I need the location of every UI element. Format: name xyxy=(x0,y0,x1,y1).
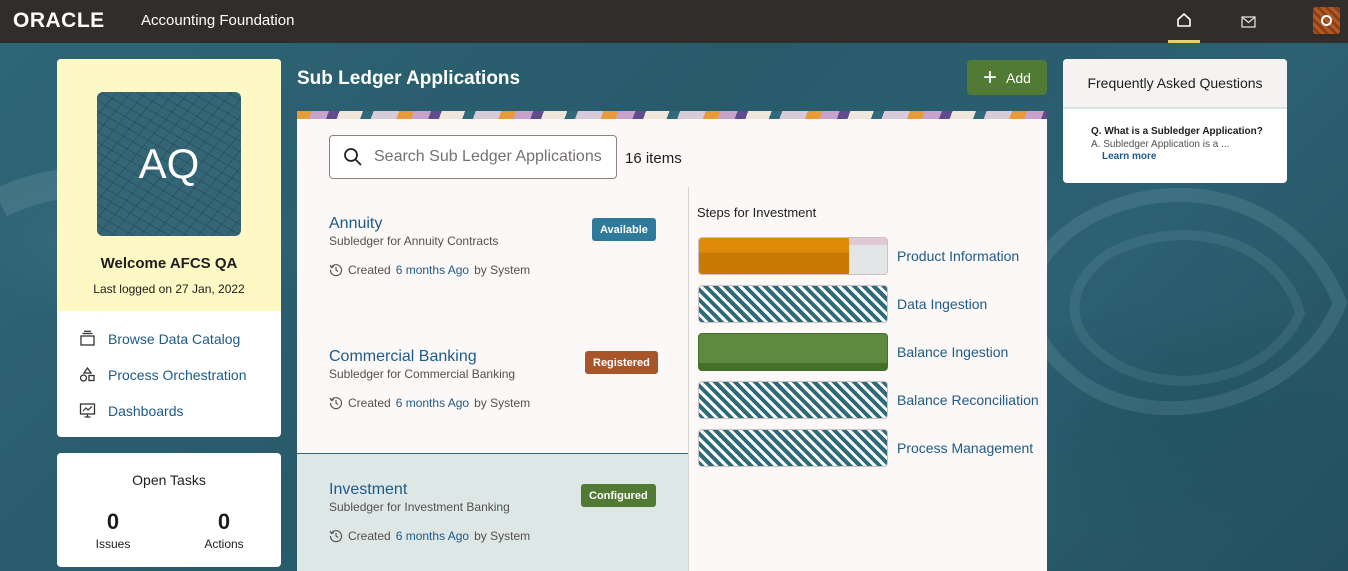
faq-title: Frequently Asked Questions xyxy=(1063,59,1287,109)
open-tasks-card: Open Tasks 0 Issues 0 Actions xyxy=(57,453,281,567)
orchestration-icon xyxy=(79,366,95,382)
step-label[interactable]: Balance Ingestion xyxy=(897,344,1008,360)
app-list-item-investment[interactable]: Investment Subledger for Investment Bank… xyxy=(297,453,688,571)
catalog-icon xyxy=(80,330,95,346)
oracle-logo[interactable]: ORACLE xyxy=(13,9,105,33)
dashboards-link[interactable]: Dashboards xyxy=(79,402,184,419)
profile-header: AQ Welcome AFCS QA Last logged on 27 Jan… xyxy=(57,59,281,311)
faq-answer: A. Subledger Application is a ... xyxy=(1091,139,1230,150)
search-input[interactable] xyxy=(374,148,604,166)
step-progress-bar xyxy=(698,333,888,371)
plus-icon: + xyxy=(983,63,998,91)
faq-question: Q. What is a Subledger Application? xyxy=(1091,126,1263,137)
profile-avatar: AQ xyxy=(97,92,241,236)
step-progress-fill xyxy=(699,238,850,274)
created-prefix: Created xyxy=(348,263,391,277)
created-by: by System xyxy=(474,396,531,410)
app-description: Subledger for Investment Banking xyxy=(329,500,510,514)
status-badge: Available xyxy=(592,218,656,241)
step-product-information[interactable]: Product Information xyxy=(697,237,1047,275)
last-logged-text: Last logged on 27 Jan, 2022 xyxy=(93,282,245,296)
actions-count[interactable]: 0 xyxy=(194,509,254,535)
step-progress-bar xyxy=(698,237,888,275)
created-by: by System xyxy=(474,529,531,543)
step-balance-ingestion[interactable]: Balance Ingestion xyxy=(697,333,1047,371)
step-label[interactable]: Process Management xyxy=(897,440,1033,456)
step-label[interactable]: Data Ingestion xyxy=(897,296,987,312)
app-name[interactable]: Commercial Banking xyxy=(329,348,477,366)
decorative-banner xyxy=(297,111,1047,119)
history-icon xyxy=(329,264,343,277)
app-created-meta: Created 6 months Ago by System xyxy=(329,263,530,277)
process-orchestration-link[interactable]: Process Orchestration xyxy=(79,366,247,383)
browse-data-catalog-label: Browse Data Catalog xyxy=(108,330,241,347)
search-box[interactable] xyxy=(329,135,617,179)
dashboards-label: Dashboards xyxy=(108,402,184,419)
actions-label: Actions xyxy=(204,537,244,551)
home-nav-button[interactable] xyxy=(1168,0,1200,43)
step-progress-bar xyxy=(698,381,888,419)
created-time: 6 months Ago xyxy=(395,396,470,410)
created-time: 6 months Ago xyxy=(395,263,470,277)
steps-title: Steps for Investment xyxy=(697,205,817,220)
open-tasks-title: Open Tasks xyxy=(132,472,206,488)
app-description: Subledger for Annuity Contracts xyxy=(329,234,499,248)
status-badge: Registered xyxy=(585,351,658,374)
app-list-item-commercial-banking[interactable]: Commercial Banking Subledger for Commerc… xyxy=(297,320,688,453)
search-icon xyxy=(344,148,362,166)
created-time: 6 months Ago xyxy=(395,529,470,543)
history-icon xyxy=(329,530,343,543)
app-list-item-annuity[interactable]: Annuity Subledger for Annuity Contracts … xyxy=(297,187,688,320)
top-navigation-bar: ORACLE Accounting Foundation xyxy=(0,0,1348,43)
dashboard-icon xyxy=(79,403,96,418)
browse-data-catalog-link[interactable]: Browse Data Catalog xyxy=(79,330,240,347)
step-progress-bar xyxy=(698,285,888,323)
app-name[interactable]: Annuity xyxy=(329,215,382,233)
user-avatar-button[interactable] xyxy=(1313,7,1340,34)
item-count: 16 items xyxy=(625,150,682,167)
add-button-label: Add xyxy=(1006,69,1031,86)
page-title: Sub Ledger Applications xyxy=(297,68,521,89)
user-avatar-icon xyxy=(1321,15,1332,26)
history-icon xyxy=(329,397,343,410)
status-badge: Configured xyxy=(581,484,656,507)
step-label[interactable]: Product Information xyxy=(897,248,1019,264)
welcome-text: Welcome AFCS QA xyxy=(100,255,238,272)
app-created-meta: Created 6 months Ago by System xyxy=(329,396,530,410)
faq-learn-more-link[interactable]: Learn more xyxy=(1102,151,1156,162)
app-title: Accounting Foundation xyxy=(141,12,295,29)
created-by: by System xyxy=(474,263,531,277)
applications-panel: 16 items Annuity Subledger for Annuity C… xyxy=(297,111,1047,571)
step-balance-reconciliation[interactable]: Balance Reconciliation xyxy=(697,381,1047,419)
process-orchestration-label: Process Orchestration xyxy=(108,366,247,383)
created-prefix: Created xyxy=(348,529,391,543)
home-icon xyxy=(1177,13,1191,27)
step-process-management[interactable]: Process Management xyxy=(697,429,1047,467)
profile-card: AQ Welcome AFCS QA Last logged on 27 Jan… xyxy=(57,59,281,437)
app-name[interactable]: Investment xyxy=(329,481,407,499)
faq-card: Frequently Asked Questions Q. What is a … xyxy=(1063,59,1287,183)
list-divider xyxy=(688,187,689,571)
issues-count[interactable]: 0 xyxy=(83,509,143,535)
step-data-ingestion[interactable]: Data Ingestion xyxy=(697,285,1047,323)
step-progress-bar xyxy=(698,429,888,467)
add-button[interactable]: + Add xyxy=(967,60,1047,95)
app-created-meta: Created 6 months Ago by System xyxy=(329,529,530,543)
mail-icon xyxy=(1240,15,1256,28)
mail-nav-button[interactable] xyxy=(1233,0,1263,43)
created-prefix: Created xyxy=(348,396,391,410)
app-description: Subledger for Commercial Banking xyxy=(329,367,516,381)
issues-label: Issues xyxy=(95,537,131,551)
step-label[interactable]: Balance Reconciliation xyxy=(897,392,1039,408)
